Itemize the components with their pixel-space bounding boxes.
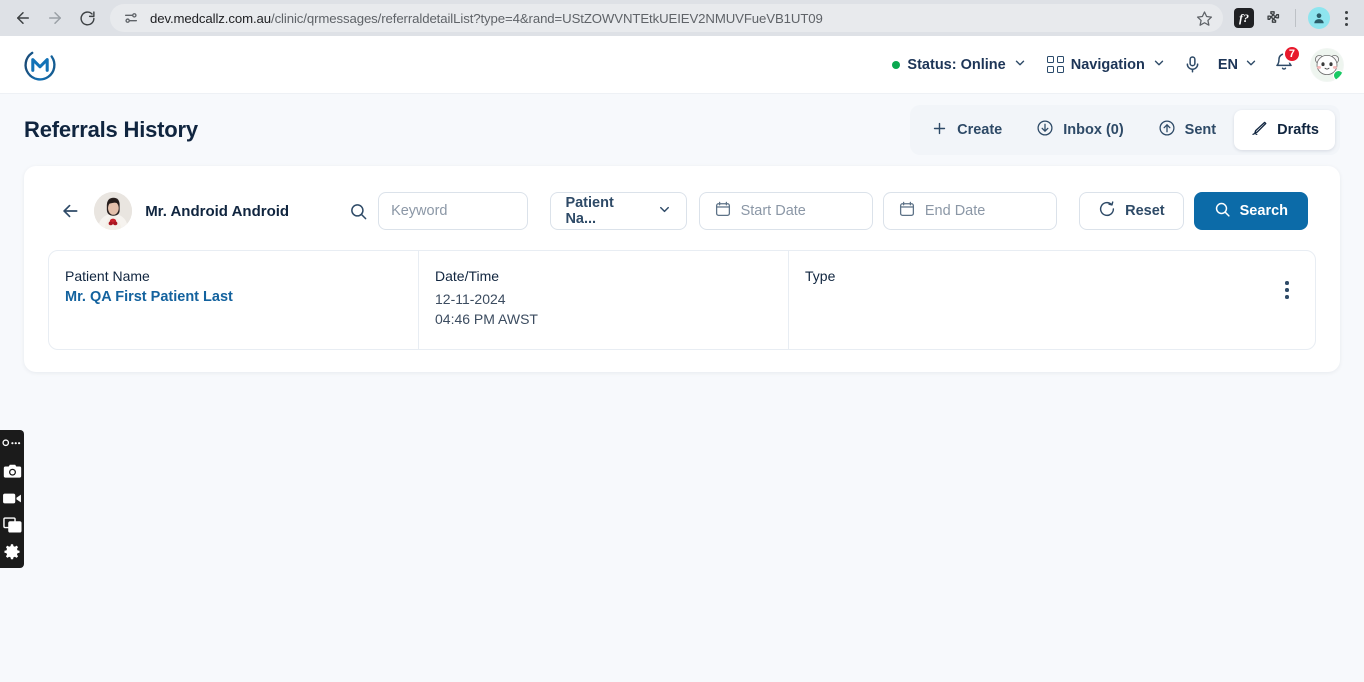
browser-profile-icon[interactable]: [1308, 7, 1330, 29]
filter-bar: Mr. Android Android Patient Na... Start …: [48, 184, 1316, 250]
tab-create[interactable]: Create: [915, 111, 1018, 150]
extensions-puzzle-icon[interactable]: [1261, 7, 1283, 29]
column-header-date-time: Date/Time: [435, 268, 500, 284]
status-label: Status: Online: [907, 56, 1006, 73]
extension-fn-icon[interactable]: f?: [1233, 7, 1255, 29]
cell-date: 12-11-2024: [435, 291, 506, 307]
calendar-icon: [714, 200, 732, 222]
tab-inbox[interactable]: Inbox (0): [1020, 110, 1139, 150]
bookmark-star-icon[interactable]: [1191, 5, 1217, 31]
user-avatar[interactable]: [1310, 47, 1344, 82]
column-patient-name: Patient Name Mr. QA First Patient Last: [49, 251, 419, 349]
header-actions: Status: Online Navigation EN 7: [882, 44, 1344, 82]
screen-recorder-toolbar: [0, 430, 24, 568]
gear-icon[interactable]: [1, 542, 23, 562]
refresh-icon: [1098, 200, 1116, 222]
notifications-button[interactable]: 7: [1266, 44, 1302, 82]
address-bar[interactable]: dev.medcallz.com.au/clinic/qrmessages/re…: [110, 4, 1223, 32]
microphone-icon[interactable]: [1176, 48, 1210, 82]
tab-create-label: Create: [957, 122, 1003, 138]
chevron-down-icon: [657, 202, 672, 221]
selected-patient[interactable]: Mr. Android Android: [94, 192, 289, 230]
pencil-icon: [1250, 119, 1268, 141]
start-date-value: Start Date: [740, 203, 806, 219]
avatar-online-dot: [1333, 69, 1344, 81]
address-bar-url: dev.medcallz.com.au/clinic/qrmessages/re…: [142, 11, 1191, 26]
end-date-value: End Date: [924, 203, 986, 219]
page-content: Referrals History Create Inbox (0) Sent: [0, 94, 1364, 372]
navigation-dropdown[interactable]: Navigation: [1037, 50, 1176, 80]
calendar-icon: [898, 200, 916, 222]
referrals-card: Mr. Android Android Patient Na... Start …: [24, 166, 1340, 372]
column-header-type: Type: [805, 268, 836, 284]
video-camera-icon[interactable]: [1, 488, 23, 508]
keyword-field[interactable]: [378, 192, 529, 230]
browser-reload-button[interactable]: [72, 3, 102, 33]
browser-toolbar: dev.medcallz.com.au/clinic/qrmessages/re…: [0, 0, 1364, 36]
language-label: EN: [1217, 56, 1238, 73]
start-date-field[interactable]: Start Date: [698, 192, 873, 230]
browser-back-button[interactable]: [8, 3, 38, 33]
medcallz-logo[interactable]: [22, 47, 58, 83]
language-dropdown[interactable]: EN: [1210, 50, 1266, 80]
search-button[interactable]: Search: [1193, 192, 1309, 230]
row-actions-menu[interactable]: [1277, 281, 1297, 299]
page-title: Referrals History: [24, 117, 198, 142]
search-type-value: Patient Na...: [565, 195, 614, 227]
plus-icon: [931, 120, 948, 141]
reset-label: Reset: [1125, 203, 1165, 219]
browser-menu-icon[interactable]: [1336, 10, 1356, 26]
app-header: Status: Online Navigation EN 7: [0, 36, 1364, 94]
window-capture-icon[interactable]: [1, 515, 23, 535]
search-icon: [349, 202, 368, 221]
referral-tabs: Create Inbox (0) Sent Drafts: [910, 105, 1340, 155]
tab-sent-label: Sent: [1184, 122, 1217, 138]
column-type: Type: [789, 251, 1315, 349]
tab-drafts-label: Drafts: [1277, 122, 1319, 138]
navigation-label: Navigation: [1070, 56, 1145, 73]
reset-button[interactable]: Reset: [1079, 192, 1184, 230]
tab-sent[interactable]: Sent: [1142, 110, 1232, 150]
search-type-select[interactable]: Patient Na...: [550, 192, 687, 230]
search-label: Search: [1239, 203, 1289, 219]
status-online-dot: [892, 60, 901, 69]
back-button[interactable]: [56, 194, 84, 228]
chevron-down-icon: [1244, 56, 1258, 74]
search-icon: [1214, 201, 1231, 222]
inbox-download-icon: [1036, 119, 1054, 141]
end-date-field[interactable]: End Date: [882, 192, 1058, 230]
browser-forward-button[interactable]: [40, 3, 70, 33]
extension-fn-label: f?: [1234, 8, 1254, 28]
chevron-down-icon: [1152, 56, 1166, 74]
search-input[interactable]: [391, 193, 516, 229]
recorder-logo-icon[interactable]: [1, 434, 23, 454]
page-header-row: Referrals History Create Inbox (0) Sent: [24, 94, 1340, 166]
sent-upload-icon: [1158, 119, 1176, 141]
results-table: Patient Name Mr. QA First Patient Last D…: [48, 250, 1316, 350]
url-domain: dev.medcallz.com.au: [150, 10, 271, 26]
cell-time: 04:46 PM AWST: [435, 311, 538, 327]
column-header-patient-name: Patient Name: [65, 268, 150, 284]
chevron-down-icon: [1013, 56, 1027, 74]
cell-patient-name[interactable]: Mr. QA First Patient Last: [65, 289, 418, 305]
camera-icon[interactable]: [1, 461, 23, 481]
column-date-time: Date/Time 12-11-2024 04:46 PM AWST: [419, 251, 789, 349]
site-settings-icon[interactable]: [120, 7, 142, 29]
patient-name-label: Mr. Android Android: [145, 202, 290, 220]
tab-inbox-label: Inbox (0): [1063, 122, 1124, 138]
patient-avatar: [94, 192, 133, 230]
toolbar-divider: [1295, 9, 1296, 27]
grid-icon: [1046, 56, 1064, 73]
notification-count-badge: 7: [1282, 44, 1301, 63]
url-path: /clinic/qrmessages/referraldetailList?ty…: [271, 10, 823, 26]
browser-extension-area: f?: [1233, 7, 1356, 29]
tab-drafts[interactable]: Drafts: [1234, 110, 1335, 150]
status-dropdown[interactable]: Status: Online: [882, 50, 1036, 80]
